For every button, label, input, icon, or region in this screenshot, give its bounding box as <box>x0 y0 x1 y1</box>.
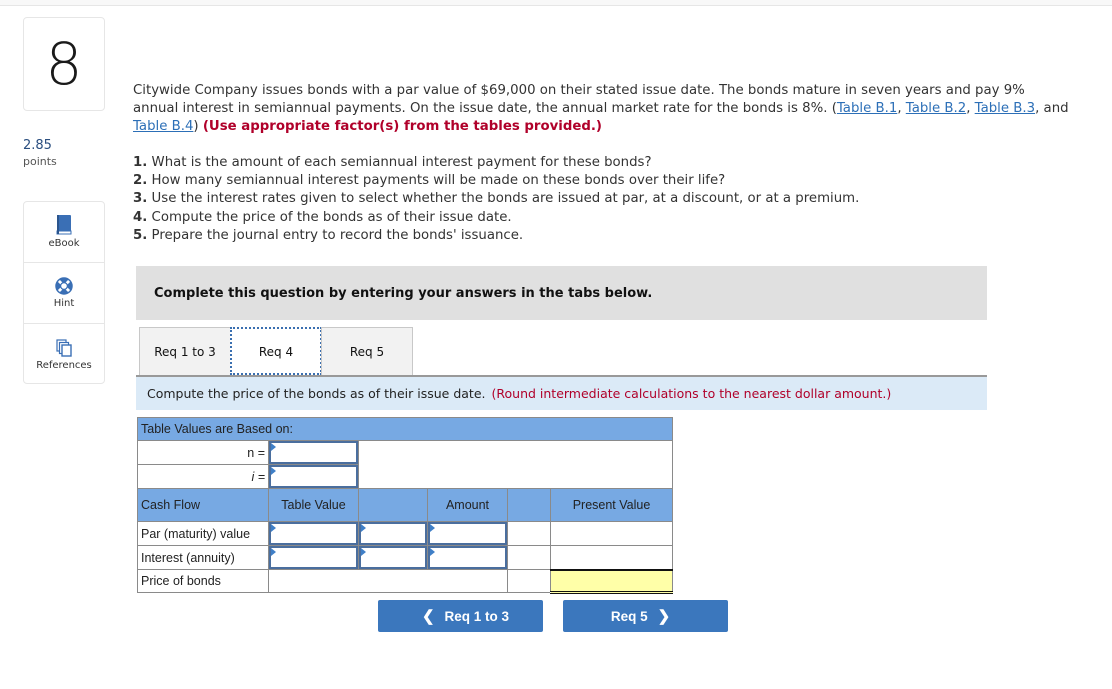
total-row: Price of bonds <box>137 568 673 594</box>
requirement-number: 1. <box>133 155 148 170</box>
header-blank <box>507 488 551 522</box>
requirement-item: 3. Use the interest rates given to selec… <box>133 190 1073 208</box>
separator: , <box>966 101 975 116</box>
prompt-note: (Round intermediate calculations to the … <box>491 386 892 401</box>
row-label: Interest (annuity) <box>137 545 269 570</box>
next-req-label: Req 5 <box>610 608 648 624</box>
par-present-value <box>550 521 673 546</box>
question-number: 8 <box>23 17 105 111</box>
par-table-value-2-input[interactable] <box>361 524 425 543</box>
prompt-text: Compute the price of the bonds as of the… <box>147 386 486 401</box>
link-table-b4[interactable]: Table B.4 <box>133 119 193 134</box>
tab-req-4[interactable]: Req 4 <box>230 327 322 375</box>
tab-req-5[interactable]: Req 5 <box>321 327 413 375</box>
requirement-number: 3. <box>133 191 148 207</box>
total-label: Price of bonds <box>137 569 269 593</box>
link-table-b2[interactable]: Table B.2 <box>906 101 966 116</box>
header-cash-flow: Cash Flow <box>137 488 269 522</box>
book-icon <box>56 215 72 235</box>
points-label: points <box>23 155 57 168</box>
requirement-text: What is the amount of each semiannual in… <box>151 155 652 170</box>
next-req-button[interactable]: Req 5 ❯ <box>563 600 728 632</box>
prev-req-button[interactable]: ❮ Req 1 to 3 <box>378 600 543 632</box>
row-label: Par (maturity) value <box>137 521 269 546</box>
requirement-number: 2. <box>133 173 148 189</box>
points-display: 2.85 points <box>23 138 57 170</box>
requirement-text: Use the interest rates given to select w… <box>151 191 860 207</box>
blank-cell <box>507 545 551 570</box>
requirement-number: 5. <box>133 227 148 243</box>
table-row: Interest (annuity) <box>137 545 673 570</box>
i-label-text: i = <box>251 469 265 484</box>
requirement-text: Prepare the journal entry to record the … <box>151 227 524 243</box>
requirement-item: 2. How many semiannual interest payments… <box>133 172 1073 190</box>
blank-cell <box>507 569 551 593</box>
requirements-list: 1. What is the amount of each semiannual… <box>133 154 1073 245</box>
header-table-value: Table Value <box>268 488 359 522</box>
blank-cell <box>507 521 551 546</box>
prev-req-label: Req 1 to 3 <box>444 608 510 624</box>
interest-table-value-2-input[interactable] <box>361 548 425 567</box>
references-label: References <box>36 359 92 371</box>
i-cell <box>268 464 359 489</box>
blank-area <box>358 440 673 489</box>
requirement-item: 5. Prepare the journal entry to record t… <box>133 227 1073 245</box>
copies-icon <box>56 338 72 357</box>
i-label: i = <box>137 464 269 489</box>
tab-req-1-to-3[interactable]: Req 1 to 3 <box>139 327 231 375</box>
link-table-b3[interactable]: Table B.3 <box>975 101 1035 116</box>
points-value: 2.85 <box>23 138 52 153</box>
problem-text: Citywide Company issues bonds with a par… <box>133 82 1073 136</box>
blank-cell <box>268 569 508 593</box>
requirement-text: Compute the price of the bonds as of the… <box>151 209 512 225</box>
n-cell <box>268 440 359 465</box>
separator: , and <box>1035 101 1069 116</box>
n-input[interactable] <box>271 443 356 462</box>
hint-label: Hint <box>53 298 75 309</box>
chevron-left-icon: ❮ <box>421 608 435 625</box>
price-of-bonds-total <box>550 568 673 594</box>
ebook-button[interactable]: eBook <box>24 202 104 263</box>
hint-button[interactable]: Hint <box>24 263 104 324</box>
interest-amount-input[interactable] <box>430 548 505 567</box>
requirement-number: 4. <box>133 209 148 225</box>
lifebuoy-icon <box>55 277 73 295</box>
link-table-b1[interactable]: Table B.1 <box>837 101 897 116</box>
ebook-label: eBook <box>48 238 80 249</box>
problem-note: (Use appropriate factor(s) from the tabl… <box>202 119 603 134</box>
instruction-banner: Complete this question by entering your … <box>136 266 987 320</box>
header-amount: Amount <box>427 488 508 522</box>
req-tabs: Req 1 to 3 Req 4 Req 5 <box>139 327 413 375</box>
requirement-text: How many semiannual interest payments wi… <box>151 173 726 189</box>
pv-worksheet: Table Values are Based on: n = i = Cash … <box>137 417 673 594</box>
req-prompt: Compute the price of the bonds as of the… <box>136 375 987 410</box>
requirement-item: 1. What is the amount of each semiannual… <box>133 154 1073 172</box>
interest-table-value-input[interactable] <box>271 548 356 567</box>
requirement-item: 4. Compute the price of the bonds as of … <box>133 209 1073 227</box>
header-present-value: Present Value <box>550 488 673 522</box>
par-table-value-input[interactable] <box>271 524 356 543</box>
table-row: Par (maturity) value <box>137 521 673 546</box>
tools-panel: eBook Hint References <box>23 201 105 384</box>
header-blank <box>358 488 428 522</box>
n-label: n = <box>137 440 269 465</box>
separator: ) <box>193 119 199 134</box>
worksheet-title: Table Values are Based on: <box>137 417 673 441</box>
par-amount-input[interactable] <box>430 524 505 543</box>
interest-present-value <box>550 545 673 570</box>
references-button[interactable]: References <box>24 324 104 385</box>
top-strip <box>0 0 1112 6</box>
chevron-right-icon: ❯ <box>657 608 671 625</box>
separator: , <box>897 101 906 116</box>
i-input[interactable] <box>271 467 356 486</box>
